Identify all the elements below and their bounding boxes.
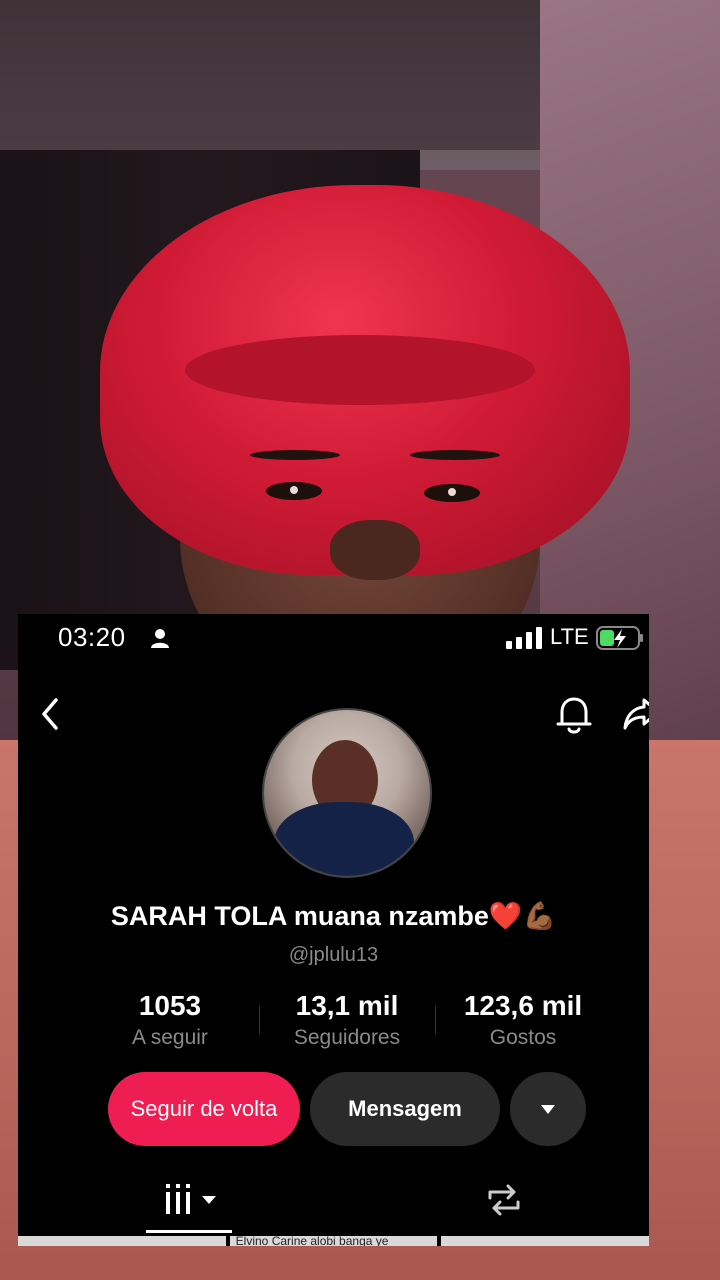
stat-followers-label: Seguidores xyxy=(293,1026,401,1049)
stat-divider xyxy=(259,1006,260,1034)
stat-following[interactable]: 1053 A seguir xyxy=(90,990,250,1050)
status-bar: 03:20 LTE xyxy=(18,614,649,662)
stat-divider xyxy=(435,1006,436,1034)
grid-icon[interactable] xyxy=(166,1182,226,1218)
caret-down-icon xyxy=(541,1105,555,1114)
avatar-body xyxy=(274,802,414,876)
stat-followers-value: 13,1 mil xyxy=(295,990,399,1021)
video-thumbnail[interactable]: Elvino Carine alobi banga ye xyxy=(229,1236,438,1246)
message-button[interactable]: Mensagem xyxy=(310,1072,500,1146)
stat-following-value: 1053 xyxy=(138,990,202,1021)
profile-screenshot: 03:20 LTE SARAH TOLA muana nzambe❤️💪🏾 @j… xyxy=(18,614,649,1246)
follow-back-button[interactable]: Seguir de volta xyxy=(108,1072,300,1146)
right-brow xyxy=(410,450,500,460)
left-brow xyxy=(250,450,340,460)
video-thumbnail[interactable] xyxy=(441,1236,649,1246)
stat-likes[interactable]: 123,6 mil Gostos xyxy=(443,990,603,1050)
back-icon[interactable] xyxy=(36,694,64,734)
video-thumbnail[interactable] xyxy=(18,1236,226,1246)
right-eye xyxy=(424,484,480,502)
profile-avatar[interactable] xyxy=(262,708,432,878)
network-label: LTE xyxy=(550,624,589,649)
battery-charging-icon xyxy=(596,626,643,650)
repost-icon[interactable] xyxy=(484,1182,524,1218)
thumbnail-caption: Elvino Carine alobi banga ye xyxy=(235,1236,389,1246)
nose xyxy=(330,520,420,580)
bonnet-band xyxy=(185,335,535,405)
left-eye xyxy=(266,482,322,500)
ceiling xyxy=(0,0,600,170)
active-tab-indicator xyxy=(146,1230,232,1233)
more-options-button[interactable] xyxy=(510,1072,586,1146)
profile-name: SARAH TOLA muana nzambe❤️💪🏾 xyxy=(110,901,557,931)
stat-following-label: A seguir xyxy=(132,1026,208,1049)
stat-likes-label: Gostos xyxy=(489,1026,557,1049)
profile-handle: @jplulu13 xyxy=(288,944,379,966)
signal-icon xyxy=(506,627,542,649)
status-time: 03:20 xyxy=(58,622,126,652)
video-grid: Elvino Carine alobi banga ye xyxy=(18,1236,649,1246)
stat-likes-value: 123,6 mil xyxy=(463,990,583,1021)
person-icon xyxy=(151,629,169,648)
bell-icon[interactable] xyxy=(554,692,594,736)
share-icon[interactable] xyxy=(622,694,649,734)
stat-followers[interactable]: 13,1 mil Seguidores xyxy=(267,990,427,1050)
